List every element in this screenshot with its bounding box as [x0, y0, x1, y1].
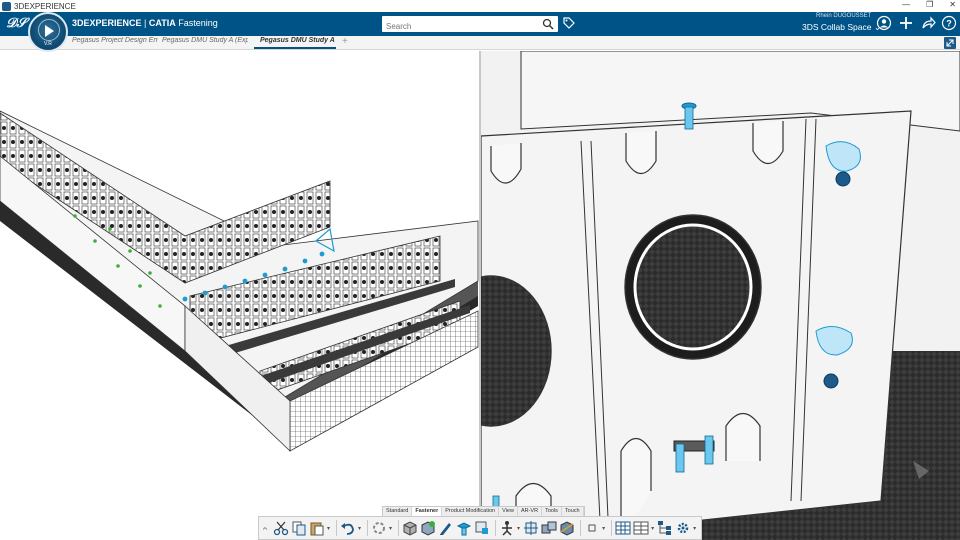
paste-icon[interactable] [309, 520, 325, 536]
help-icon[interactable]: ? [941, 15, 957, 31]
window-controls: — ❐ ✕ [902, 0, 956, 9]
document-tab-bar: Pegasus Project Design Envi Pegasus DMU … [0, 36, 960, 50]
add-icon[interactable] [898, 15, 914, 31]
action-bar-tabs: Standard Fastener Product Modification V… [382, 506, 585, 516]
minimize-icon[interactable]: — [902, 0, 910, 9]
app-icon [2, 1, 11, 11]
collapse-icon[interactable] [263, 520, 271, 536]
window-title: 3DEXPERIENCE [14, 1, 76, 11]
copy-icon[interactable] [291, 520, 307, 536]
app-window: 3DEXPERIENCE — ❐ ✕ 𝒟𝒮 3DEXPERIENCE | CAT… [0, 0, 960, 540]
undo-icon[interactable] [340, 520, 356, 536]
action-bar: ▾ ▾ ▾ ▾ ▾ ▾ ▾ [258, 516, 702, 540]
section-icon[interactable] [559, 520, 575, 536]
collab-space-selector[interactable]: 3DS Collab Space ⌄ [802, 22, 881, 33]
separator [580, 520, 582, 536]
expand-icon[interactable] [944, 37, 956, 49]
app-brand: 3DEXPERIENCE | CATIA Fastening [72, 18, 218, 28]
restore-icon[interactable]: ❐ [926, 0, 933, 9]
manipulator-dropdown-icon[interactable]: ▾ [517, 525, 520, 532]
table-icon[interactable] [615, 520, 631, 536]
tree-icon[interactable] [657, 520, 673, 536]
ds-logo-icon[interactable]: 𝒟𝒮 [6, 16, 26, 31]
cut-icon[interactable] [273, 520, 289, 536]
fastener-icon[interactable] [456, 520, 472, 536]
brand-platform: 3DEXPERIENCE [72, 18, 142, 28]
share-icon[interactable] [920, 15, 936, 31]
search-input[interactable] [382, 18, 532, 35]
user-name: Rhein DUGOUSSET [816, 13, 872, 19]
ab-tab-view[interactable]: View [499, 507, 518, 516]
rib-closeup-model[interactable] [481, 51, 960, 540]
brand-separator: | [141, 18, 149, 28]
user-profile-icon[interactable] [876, 15, 892, 31]
update-dropdown-icon[interactable]: ▾ [389, 525, 392, 532]
left-3d-viewport[interactable] [0, 51, 479, 540]
ab-tab-ar-vr[interactable]: AR-VR [518, 507, 543, 516]
ab-tab-standard[interactable]: Standard [383, 507, 413, 516]
add-tab-button[interactable]: + [342, 36, 348, 47]
brand-app-name: Fastening [175, 18, 218, 28]
ab-tab-tools[interactable]: Tools [542, 507, 562, 516]
separator [398, 520, 400, 536]
paste-dropdown-icon[interactable]: ▾ [327, 525, 330, 532]
top-bar: 𝒟𝒮 3DEXPERIENCE | CATIA Fastening Rhein … [0, 12, 960, 36]
display-icon[interactable] [584, 520, 600, 536]
tab-dmu-study-explore[interactable]: Pegasus DMU Study A (Expl [162, 37, 248, 49]
table-dropdown-icon[interactable]: ▾ [651, 525, 654, 532]
fastener-edit-icon[interactable] [474, 520, 490, 536]
title-bar: 3DEXPERIENCE — ❐ ✕ [0, 0, 960, 12]
tab-dmu-study-a[interactable]: Pegasus DMU Study A [254, 37, 336, 49]
group-icon[interactable] [541, 520, 557, 536]
separator [367, 520, 369, 536]
separator [495, 520, 497, 536]
close-icon[interactable]: ✕ [949, 0, 956, 9]
new-product-icon[interactable] [420, 520, 436, 536]
update-icon[interactable] [371, 520, 387, 536]
settings-icon[interactable] [675, 520, 691, 536]
tab-project-design[interactable]: Pegasus Project Design Envi [72, 37, 158, 49]
sketch-pen-icon[interactable] [438, 520, 454, 536]
table-options-icon[interactable] [633, 520, 649, 536]
ab-tab-fastener[interactable]: Fastener [412, 507, 443, 516]
tag-icon[interactable] [562, 16, 576, 30]
right-3d-viewport[interactable] [481, 51, 960, 540]
compass-label: V.R [44, 41, 52, 47]
brand-catia: CATIA [148, 18, 176, 28]
search-box [382, 16, 558, 35]
ab-tab-product-modification[interactable]: Product Modification [442, 507, 500, 516]
svg-text:?: ? [946, 19, 952, 29]
wing-structure-model[interactable] [0, 51, 479, 540]
search-icon[interactable] [542, 18, 554, 30]
manipulator-icon[interactable] [499, 520, 515, 536]
ab-tab-touch[interactable]: Touch [562, 507, 584, 516]
compass-play-icon[interactable] [45, 25, 54, 37]
separator [336, 520, 338, 536]
3d-part-icon[interactable] [402, 520, 418, 536]
move-icon[interactable] [523, 520, 539, 536]
separator [611, 520, 613, 536]
undo-dropdown-icon[interactable]: ▾ [358, 525, 361, 532]
display-dropdown-icon[interactable]: ▾ [602, 525, 605, 532]
settings-dropdown-icon[interactable]: ▾ [693, 525, 696, 532]
compass-widget[interactable]: V.R [28, 12, 68, 52]
